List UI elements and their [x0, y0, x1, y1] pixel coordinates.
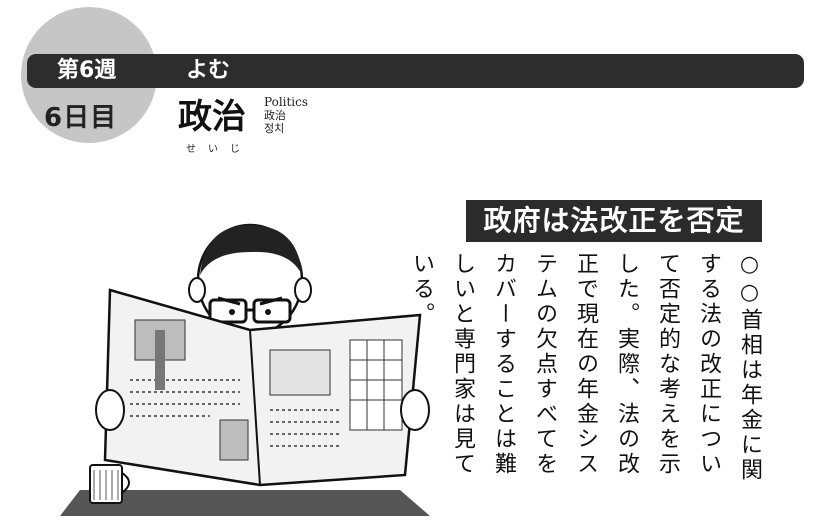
week-label: 第6週 — [57, 58, 117, 83]
glasses-right — [252, 298, 292, 324]
topic-translations: Politics 政治 정치 — [264, 95, 309, 136]
topic-reading: せいじ — [186, 144, 252, 155]
header-bar — [27, 54, 804, 88]
man-reading-newspaper-icon — [60, 223, 430, 516]
topic-title: 政治 — [178, 97, 246, 137]
translation-chinese: 政治 — [264, 109, 286, 122]
day-label: 6日目 — [44, 103, 118, 133]
article-body: ○○首相は年金に関する法の改正について否定的な考えを示した。実際、法の改正で現在… — [409, 252, 762, 483]
translation-english: Politics — [264, 95, 309, 109]
glasses-left — [208, 298, 248, 324]
activity-label: よむ — [186, 58, 231, 83]
article-headline: 政府は法改正を否定 — [466, 200, 762, 242]
translation-korean: 정치 — [264, 122, 285, 135]
